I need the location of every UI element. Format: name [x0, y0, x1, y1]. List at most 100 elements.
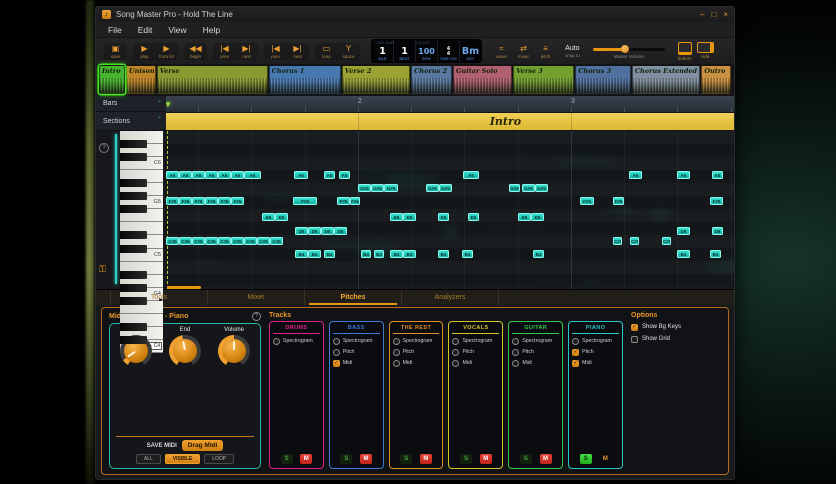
- midi-note[interactable]: B4: [324, 250, 335, 258]
- midi-note[interactable]: F#5: [231, 197, 244, 205]
- midi-note[interactable]: B4: [308, 250, 321, 258]
- midi-note[interactable]: B4: [403, 250, 416, 258]
- option-show-grid[interactable]: Show Grid: [631, 336, 721, 343]
- midi-note[interactable]: C#5: [257, 237, 270, 245]
- tab-analyzers[interactable]: Analyzers: [402, 290, 499, 305]
- solo-button[interactable]: S: [400, 454, 412, 464]
- playhead-line[interactable]: [167, 131, 168, 289]
- track-option-pitch[interactable]: Pitch: [512, 349, 559, 356]
- menu-item-edit[interactable]: Edit: [138, 25, 153, 35]
- piano-black-key[interactable]: [120, 231, 147, 239]
- piano-keyboard[interactable]: C6G5C5G4▶Mid - C4: [120, 131, 163, 285]
- midi-note[interactable]: C#5: [662, 237, 671, 245]
- piano-black-key[interactable]: [120, 140, 147, 148]
- midi-note[interactable]: E5: [468, 213, 479, 221]
- menu-item-help[interactable]: Help: [203, 25, 220, 35]
- midi-note[interactable]: G#5: [371, 184, 384, 192]
- midi-note[interactable]: F#5: [218, 197, 231, 205]
- midi-note[interactable]: C#5: [205, 237, 218, 245]
- track-option-midi[interactable]: Midi: [452, 360, 499, 367]
- view-button-wave[interactable]: ≈wave: [493, 44, 510, 59]
- song-section-chorus-3[interactable]: Chorus 3: [575, 65, 631, 94]
- piano-black-key[interactable]: [120, 336, 147, 344]
- playhead-marker[interactable]: ▼: [166, 101, 172, 109]
- song-section-chorus-2[interactable]: Chorus 2: [411, 65, 452, 94]
- toolbar-button-next[interactable]: ▶|next: [289, 44, 306, 59]
- song-section-verse[interactable]: Verse: [157, 65, 268, 94]
- maximize-button[interactable]: □: [711, 10, 716, 19]
- checkbox-unchecked-icon[interactable]: [512, 338, 519, 345]
- midi-note[interactable]: B4: [462, 250, 473, 258]
- midi-note[interactable]: A5: [339, 171, 350, 179]
- midi-note[interactable]: C#5: [270, 237, 283, 245]
- piano-black-key[interactable]: [120, 205, 147, 213]
- bars-ruler[interactable]: 23▼: [166, 96, 734, 112]
- song-section-guitar-solo[interactable]: Guitar Solo: [453, 65, 512, 94]
- midi-note[interactable]: B4: [374, 250, 384, 258]
- midi-note[interactable]: C#5: [192, 237, 205, 245]
- checkbox-unchecked-icon[interactable]: [273, 338, 280, 345]
- midi-note[interactable]: A5: [629, 171, 642, 179]
- checkbox-unchecked-icon[interactable]: [393, 349, 400, 356]
- mute-button[interactable]: M: [540, 454, 552, 464]
- midi-note[interactable]: A5: [166, 171, 179, 179]
- master-volume-slider[interactable]: [593, 48, 665, 51]
- midi-note[interactable]: D5: [677, 227, 690, 235]
- knob-volume[interactable]: Volume: [218, 327, 250, 367]
- checkbox-unchecked-icon[interactable]: [452, 338, 459, 345]
- chevron-down-icon[interactable]: ⌄: [157, 97, 162, 104]
- knob-end[interactable]: End: [169, 327, 201, 367]
- track-option-midi[interactable]: Midi: [393, 360, 440, 367]
- midi-note[interactable]: C#5: [218, 237, 231, 245]
- menu-item-view[interactable]: View: [168, 25, 186, 35]
- track-option-pitch[interactable]: Pitch: [333, 349, 380, 356]
- midi-note[interactable]: A5: [179, 171, 192, 179]
- knob-dial[interactable]: [173, 339, 197, 363]
- midi-note[interactable]: A5: [231, 171, 244, 179]
- midi-note[interactable]: F#5: [710, 197, 723, 205]
- midi-note[interactable]: D5: [321, 227, 334, 235]
- midi-note[interactable]: G#5: [384, 184, 398, 192]
- midi-note[interactable]: F#5: [613, 197, 624, 205]
- song-section-outro[interactable]: Outro: [701, 65, 731, 94]
- track-option-pitch[interactable]: Pitch: [452, 349, 499, 356]
- midi-note[interactable]: C#5: [613, 237, 622, 245]
- current-section-bar[interactable]: Intro: [166, 113, 734, 130]
- piano-black-key[interactable]: [120, 297, 147, 305]
- midi-note[interactable]: A5: [218, 171, 231, 179]
- midi-note[interactable]: A5: [677, 171, 690, 179]
- volume-thumb[interactable]: [621, 45, 629, 53]
- checkbox-unchecked-icon[interactable]: [631, 336, 638, 343]
- track-option-spectrogram[interactable]: Spectrogram: [393, 338, 440, 345]
- toolbar-button-from-lst[interactable]: ▶from lst: [158, 44, 175, 59]
- mode-button-all[interactable]: ALL: [136, 454, 161, 464]
- view-button-mixer[interactable]: ⇄mixer: [515, 44, 532, 59]
- dock-side-button[interactable]: side: [697, 42, 714, 61]
- checkbox-unchecked-icon[interactable]: [512, 349, 519, 356]
- song-section-verse-3[interactable]: Verse 3: [513, 65, 574, 94]
- track-option-midi[interactable]: Midi: [512, 360, 559, 367]
- mute-button[interactable]: M: [360, 454, 372, 464]
- tab-pitches[interactable]: Pitches: [305, 290, 402, 305]
- midi-note[interactable]: F#5: [192, 197, 205, 205]
- midi-note[interactable]: A5: [294, 171, 308, 179]
- track-option-spectrogram[interactable]: Spectrogram: [572, 338, 619, 345]
- midi-note[interactable]: E5: [531, 213, 544, 221]
- midi-note[interactable]: C#5: [244, 237, 257, 245]
- horizontal-scrollbar[interactable]: [167, 286, 201, 289]
- checkbox-unchecked-icon[interactable]: [512, 360, 519, 367]
- midi-note[interactable]: A5: [712, 171, 723, 179]
- checkbox-unchecked-icon[interactable]: [333, 349, 340, 356]
- midi-note[interactable]: E5: [403, 213, 416, 221]
- midi-note[interactable]: F#5: [337, 197, 350, 205]
- midi-note[interactable]: B4: [677, 250, 690, 258]
- toolbar-button-play[interactable]: ▶play: [136, 44, 153, 59]
- track-option-pitch[interactable]: Pitch: [393, 349, 440, 356]
- tab-mixer[interactable]: Mixer: [208, 290, 305, 305]
- menu-item-file[interactable]: File: [108, 25, 122, 35]
- toolbar-button-space[interactable]: Yspace: [340, 44, 357, 59]
- midi-note[interactable]: A5: [205, 171, 218, 179]
- midi-note[interactable]: G#5: [426, 184, 439, 192]
- dock-bottom-button[interactable]: bottom: [678, 42, 692, 61]
- song-section-verse-2[interactable]: Verse 2: [342, 65, 410, 94]
